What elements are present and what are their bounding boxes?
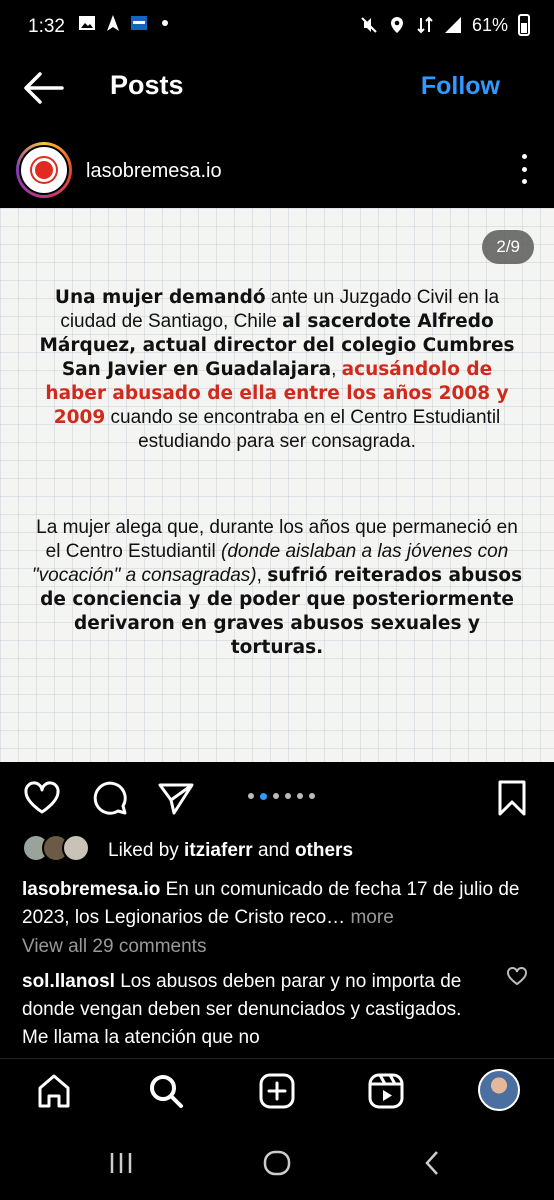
create-post-icon[interactable] — [257, 1071, 297, 1111]
navigation-icon — [107, 15, 119, 31]
view-all-comments-link[interactable]: View all 29 comments — [22, 936, 206, 958]
status-time: 1:32 — [28, 16, 65, 37]
home-icon[interactable] — [34, 1071, 74, 1111]
like-heart-icon[interactable] — [22, 778, 62, 818]
post-image[interactable]: 2/9 Una mujer demandó ante un Juzgado Ci… — [0, 208, 554, 762]
recent-apps-icon[interactable] — [106, 1148, 136, 1178]
more-options-icon[interactable] — [520, 154, 528, 184]
post-caption: lasobremesa.io En un comunicado de fecha… — [22, 876, 532, 932]
logo-dot — [32, 158, 56, 182]
home-system-icon[interactable] — [262, 1148, 292, 1178]
page-title: Posts — [110, 70, 184, 100]
carousel-indicator — [248, 793, 315, 800]
carousel-dot — [273, 793, 279, 799]
comment-preview: sol.llanosl Los abusos deben parar y no … — [22, 968, 492, 1052]
back-arrow-icon[interactable] — [22, 70, 64, 106]
carousel-dot — [309, 793, 315, 799]
caption-more-link[interactable]: more — [350, 907, 393, 928]
likes-middle: and — [252, 840, 295, 861]
text-segment: , — [331, 359, 342, 380]
text-segment: Una mujer demandó — [54, 287, 266, 308]
profile-avatar[interactable] — [478, 1069, 520, 1111]
liker-avatar — [62, 834, 90, 862]
author-username[interactable]: lasobremesa.io — [86, 160, 222, 183]
likes-row[interactable]: Liked by itziaferr and others — [22, 834, 542, 868]
location-icon — [390, 17, 403, 33]
share-icon[interactable] — [156, 778, 196, 818]
post-actions — [0, 770, 554, 826]
reels-icon[interactable] — [366, 1071, 406, 1111]
comment-like-heart-icon[interactable] — [506, 966, 528, 986]
post-author-row: lasobremesa.io — [0, 132, 554, 202]
likes-others[interactable]: others — [295, 840, 353, 861]
post-paragraph-2: La mujer alega que, durante los años que… — [30, 516, 524, 660]
comment-icon[interactable] — [90, 778, 130, 818]
carousel-dot — [248, 793, 254, 799]
follow-button[interactable]: Follow — [421, 72, 500, 101]
top-header: Posts Follow — [0, 56, 554, 120]
carousel-dot-active — [260, 793, 267, 800]
author-avatar[interactable] — [16, 142, 72, 198]
back-system-icon[interactable] — [418, 1148, 448, 1178]
caption-username[interactable]: lasobremesa.io — [22, 879, 160, 900]
gallery-icon — [79, 16, 95, 30]
carousel-dot — [285, 793, 291, 799]
system-nav-bar — [0, 1128, 554, 1200]
slide-counter: 2/9 — [482, 230, 534, 264]
data-transfer-icon — [417, 16, 433, 34]
battery-percent: 61% — [471, 14, 508, 35]
bottom-nav — [0, 1058, 554, 1124]
battery-icon — [518, 14, 530, 36]
text-segment: cuando se encontraba en el Centro Estudi… — [105, 407, 501, 452]
notification-dot-icon — [162, 20, 168, 26]
save-bookmark-icon[interactable] — [492, 778, 532, 818]
post-paragraph-1: Una mujer demandó ante un Juzgado Civil … — [30, 286, 524, 454]
comment-username[interactable]: sol.llanosl — [22, 971, 115, 992]
carousel-dot — [297, 793, 303, 799]
liker-username[interactable]: itziaferr — [184, 840, 253, 861]
search-icon[interactable] — [146, 1071, 186, 1111]
text-segment: , — [256, 565, 268, 586]
signal-icon — [444, 17, 461, 33]
likes-prefix: Liked by — [108, 840, 185, 861]
status-bar: 1:32 61% — [0, 0, 554, 56]
mute-icon — [361, 17, 377, 33]
bank-app-icon — [131, 16, 147, 30]
